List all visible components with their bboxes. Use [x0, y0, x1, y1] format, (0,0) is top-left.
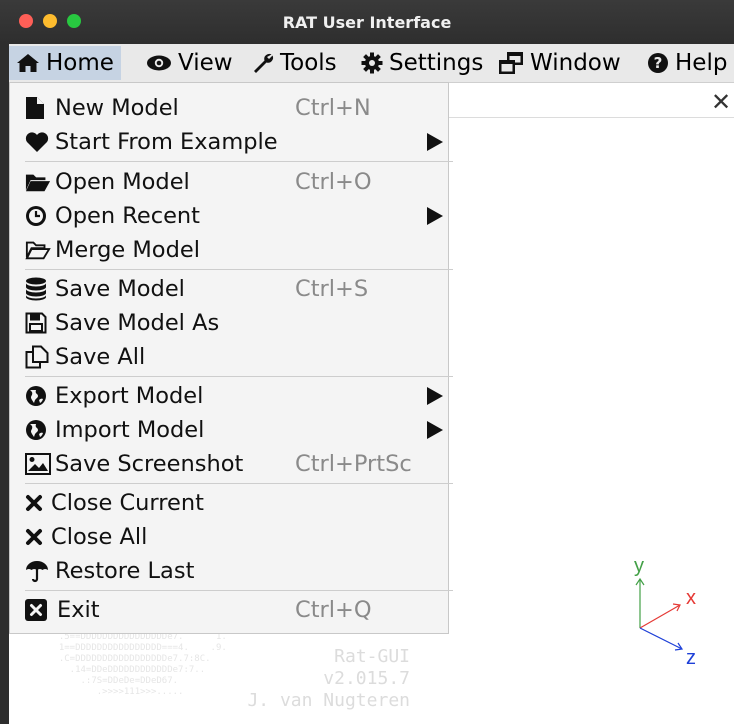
home-dropdown-menu: New Model Ctrl+N Start From Example Open…: [9, 82, 453, 634]
menu-bar: Home View Tools Settings Window ? Help: [9, 44, 734, 83]
menu-window-label: Window: [530, 50, 621, 76]
image-icon: [25, 453, 51, 475]
app-logo-text: Rat-GUI v2.015.7 J. van Nugteren: [228, 646, 410, 712]
file-icon: [26, 97, 44, 119]
exit-box-icon: [25, 599, 47, 621]
tab-divider: [440, 117, 734, 118]
clock-icon: [26, 206, 46, 226]
menu-item-save-model-as[interactable]: Save Model As: [25, 307, 450, 339]
menu-settings[interactable]: Settings: [354, 46, 490, 80]
menu-item-label: Save Model: [55, 276, 185, 302]
menu-item-label: Start From Example: [55, 129, 278, 155]
menu-item-save-model[interactable]: Save Model Ctrl+S: [25, 273, 450, 305]
menu-item-label: Open Model: [55, 169, 190, 195]
submenu-arrow-icon: [427, 421, 443, 439]
menu-item-label: Exit: [57, 597, 100, 623]
logo-app-name: Rat-GUI: [334, 646, 410, 667]
menu-item-save-screenshot[interactable]: Save Screenshot Ctrl+PrtSc: [25, 448, 450, 480]
axis-z-label: z: [686, 647, 696, 669]
menu-item-label: Close All: [51, 524, 148, 550]
menu-item-merge-model[interactable]: Merge Model: [25, 234, 450, 266]
svg-text:?: ?: [654, 54, 663, 72]
menu-item-save-all[interactable]: Save All: [25, 341, 450, 373]
close-tab-icon[interactable]: ✕: [711, 90, 731, 114]
window-frame-left: [0, 44, 9, 724]
menu-item-close-all[interactable]: Close All: [25, 521, 450, 553]
wrench-icon: [254, 53, 274, 73]
x-icon: [26, 495, 42, 511]
floppy-icon: [25, 312, 47, 334]
menu-tools[interactable]: Tools: [245, 46, 344, 80]
title-bar: RAT User Interface: [0, 0, 734, 44]
menu-item-label: New Model: [55, 95, 179, 121]
heart-icon: [25, 132, 49, 152]
menu-item-label: Close Current: [51, 490, 204, 516]
menu-home-label: Home: [46, 50, 114, 76]
logo-author: J. van Nugteren: [247, 690, 410, 711]
menu-view-label: View: [178, 50, 233, 76]
menu-item-shortcut: Ctrl+S: [295, 276, 369, 302]
database-icon: [26, 277, 46, 301]
menu-item-label: Save Model As: [55, 310, 220, 336]
submenu-arrow-icon: [427, 207, 443, 225]
menu-item-label: Save All: [55, 344, 146, 370]
axis-x-label: x: [686, 587, 696, 609]
menu-help-label: Help: [675, 50, 728, 76]
logo-version: v2.015.7: [323, 668, 410, 689]
menu-separator: [25, 483, 453, 484]
menu-item-label: Merge Model: [55, 237, 200, 263]
menu-item-shortcut: Ctrl+PrtSc: [295, 451, 412, 477]
menu-separator: [25, 161, 453, 162]
menu-settings-label: Settings: [389, 50, 484, 76]
menu-view[interactable]: View: [139, 46, 240, 80]
umbrella-icon: [26, 561, 48, 583]
folder-outline-icon: [25, 241, 51, 260]
menu-item-restore-last[interactable]: Restore Last: [25, 555, 450, 587]
menu-home[interactable]: Home: [9, 46, 121, 80]
eye-icon: [147, 55, 171, 71]
menu-separator: [25, 376, 453, 377]
copy-icon: [25, 345, 49, 369]
window-title: RAT User Interface: [282, 13, 452, 32]
menu-separator: [25, 269, 453, 270]
windows-icon: [499, 52, 523, 74]
menu-item-export-model[interactable]: Export Model: [25, 380, 450, 412]
menu-item-shortcut: Ctrl+Q: [295, 597, 372, 623]
home-icon: [17, 54, 39, 72]
menu-tools-label: Tools: [280, 50, 337, 76]
submenu-arrow-icon: [427, 387, 443, 405]
menu-help[interactable]: ? Help: [640, 46, 734, 80]
menu-item-exit[interactable]: Exit Ctrl+Q: [25, 594, 450, 626]
globe-icon: [26, 386, 46, 406]
menu-item-close-current[interactable]: Close Current: [25, 487, 450, 519]
menu-item-label: Import Model: [55, 417, 205, 443]
menu-item-label: Open Recent: [55, 203, 201, 229]
gear-icon: [361, 52, 383, 74]
menu-item-import-model[interactable]: Import Model: [25, 414, 450, 446]
logo-ascii-art: .5==DDDDDDDDDDDDDDDDe7. 1. 1==DDDDDDDDDD…: [58, 632, 227, 697]
menu-item-start-from-example[interactable]: Start From Example: [25, 126, 450, 158]
menu-item-new-model[interactable]: New Model Ctrl+N: [25, 92, 450, 124]
x-icon: [26, 529, 42, 545]
submenu-arrow-icon: [427, 133, 443, 151]
axis-y-label: y: [634, 555, 644, 577]
menu-item-shortcut: Ctrl+O: [295, 169, 372, 195]
menu-window[interactable]: Window: [491, 46, 628, 80]
axes-triad: y x z: [620, 555, 730, 675]
menu-item-label: Export Model: [55, 383, 204, 409]
globe-icon: [26, 420, 46, 440]
menu-item-shortcut: Ctrl+N: [295, 95, 371, 121]
menu-item-label: Restore Last: [55, 558, 195, 584]
menu-item-open-recent[interactable]: Open Recent: [25, 200, 450, 232]
menu-separator: [25, 590, 453, 591]
folder-open-icon: [25, 174, 51, 192]
menu-item-label: Save Screenshot: [55, 451, 244, 477]
help-icon: ?: [648, 53, 668, 73]
menu-item-open-model[interactable]: Open Model Ctrl+O: [25, 166, 450, 198]
